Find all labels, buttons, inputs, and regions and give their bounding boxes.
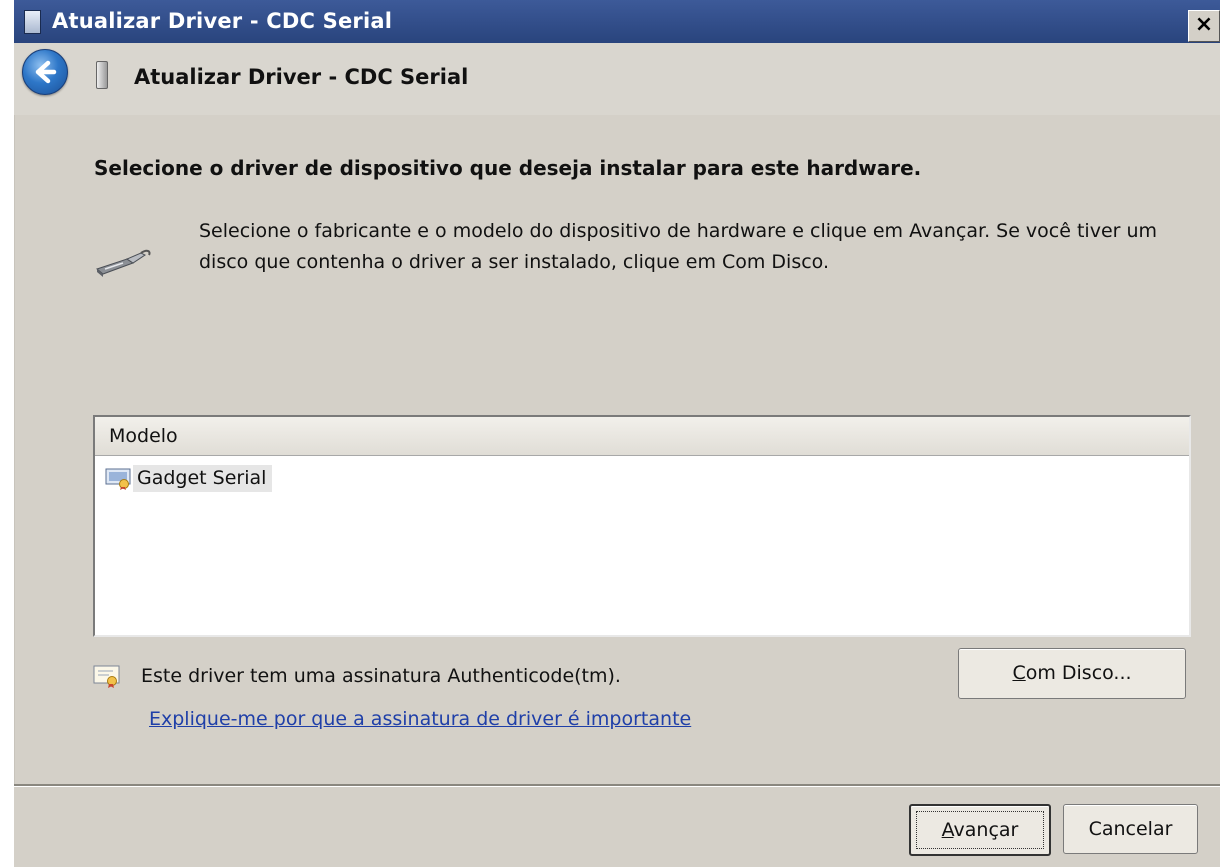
instruction-description: Selecione o fabricante e o modelo do dis… [199, 220, 1158, 273]
back-arrow-icon [35, 60, 57, 84]
device-icon [24, 10, 41, 34]
next-button[interactable]: Avançar [909, 804, 1051, 856]
have-disk-accel: C [1012, 662, 1026, 684]
back-button[interactable] [22, 49, 68, 95]
list-item-label: Gadget Serial [133, 464, 273, 492]
certificate-icon [93, 665, 120, 688]
wizard-footer: Avançar Cancelar [14, 787, 1220, 867]
cancel-button[interactable]: Cancelar [1063, 804, 1198, 854]
close-button[interactable]: × [1188, 10, 1220, 42]
instruction-heading: Selecione o driver de dispositivo que de… [94, 156, 922, 180]
list-item[interactable]: Gadget Serial [105, 461, 273, 495]
wizard-content: Selecione o driver de dispositivo que de… [14, 115, 1219, 784]
have-disk-label: om Disco... [1025, 662, 1132, 684]
next-accel: A [941, 819, 954, 841]
wizard-header: Atualizar Driver - CDC Serial [14, 43, 1220, 115]
next-label: vançar [953, 819, 1019, 841]
window-title: Atualizar Driver - CDC Serial [52, 9, 393, 33]
driver-signature-link[interactable]: Explique-me por que a assinatura de driv… [149, 708, 691, 730]
column-header-model[interactable]: Modelo [95, 417, 1189, 456]
title-bar[interactable]: Atualizar Driver - CDC Serial × [14, 0, 1220, 43]
dialog-window: Atualizar Driver - CDC Serial × Atualiza… [14, 0, 1220, 867]
have-disk-button[interactable]: Com Disco... [958, 648, 1186, 699]
wizard-title: Atualizar Driver - CDC Serial [134, 65, 469, 89]
serial-cable-icon [95, 249, 151, 277]
model-listbox[interactable]: Modelo Gadget Serial [93, 415, 1191, 637]
signature-text: Este driver tem uma assinatura Authentic… [141, 665, 621, 687]
usb-device-icon [96, 61, 108, 89]
certificate-device-icon [105, 468, 131, 490]
signature-row: Este driver tem uma assinatura Authentic… [93, 663, 621, 689]
